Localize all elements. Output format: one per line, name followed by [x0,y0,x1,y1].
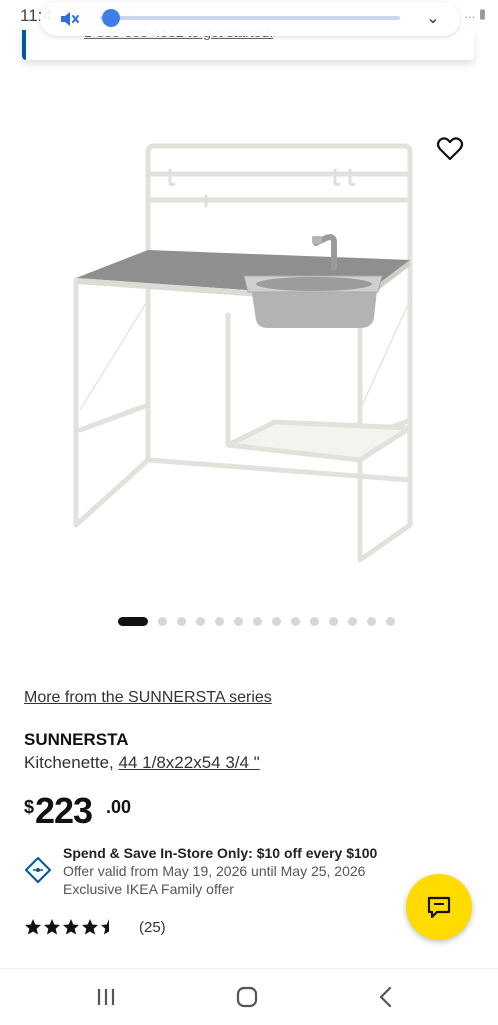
carousel-dot[interactable] [310,617,319,626]
offer-family-note: Exclusive IKEA Family offer [63,881,234,897]
price-cents: .00 [106,797,132,817]
carousel-dot[interactable] [234,617,243,626]
star-icon [63,919,79,935]
carousel-dot[interactable] [291,617,300,626]
carousel-dot[interactable] [253,617,262,626]
recent-apps-icon[interactable] [86,983,126,1011]
carousel-dot[interactable] [348,617,357,626]
price-currency: $ [24,797,35,817]
carousel-dot[interactable] [118,617,148,626]
carousel-dot[interactable] [367,617,376,626]
heart-outline-icon[interactable] [436,136,464,162]
chat-icon [427,896,451,919]
offer-validity: Offer valid from May 19, 2026 until May … [63,863,366,879]
carousel-dot[interactable] [272,617,281,626]
system-nav-bar [0,968,498,1025]
star-icon [82,919,98,935]
tag-offer-icon [25,857,51,883]
product-size-link[interactable]: 44 1/8x22x54 3/4 " [119,753,260,772]
carousel-dot[interactable] [215,617,224,626]
price-dollars: 223 [35,790,93,831]
carousel-dot[interactable] [177,617,186,626]
star-icon [25,919,41,935]
product-description: Kitchenette, 44 1/8x22x54 3/4 " [24,753,260,773]
product-image [73,143,413,563]
volume-mute-icon[interactable] [58,9,80,29]
chevron-down-icon[interactable]: ⌄ [422,8,444,30]
star-icon [44,919,60,935]
rating-count[interactable]: (25) [139,919,166,936]
series-link[interactable]: More from the SUNNERSTA series [24,689,272,707]
carousel-dot[interactable] [196,617,205,626]
star-icon [101,919,109,935]
volume-panel[interactable]: ⌄ [40,2,460,36]
carousel-dot[interactable] [386,617,395,626]
home-icon[interactable] [227,983,267,1011]
volume-slider-thumb[interactable] [102,9,120,27]
carousel-dot[interactable] [158,617,167,626]
banner-accent-bar [22,30,26,60]
product-type: Kitchenette, [24,753,119,772]
carousel-dot[interactable] [329,617,338,626]
chat-button[interactable] [406,874,472,940]
image-carousel-indicator[interactable] [118,616,395,628]
product-name: SUNNERSTA [24,730,129,749]
back-icon[interactable] [366,983,406,1011]
status-icons: ... ▮ [464,6,486,21]
offer-title: Spend & Save In-Store Only: $10 off ever… [63,845,378,861]
volume-slider-track[interactable] [100,16,400,20]
